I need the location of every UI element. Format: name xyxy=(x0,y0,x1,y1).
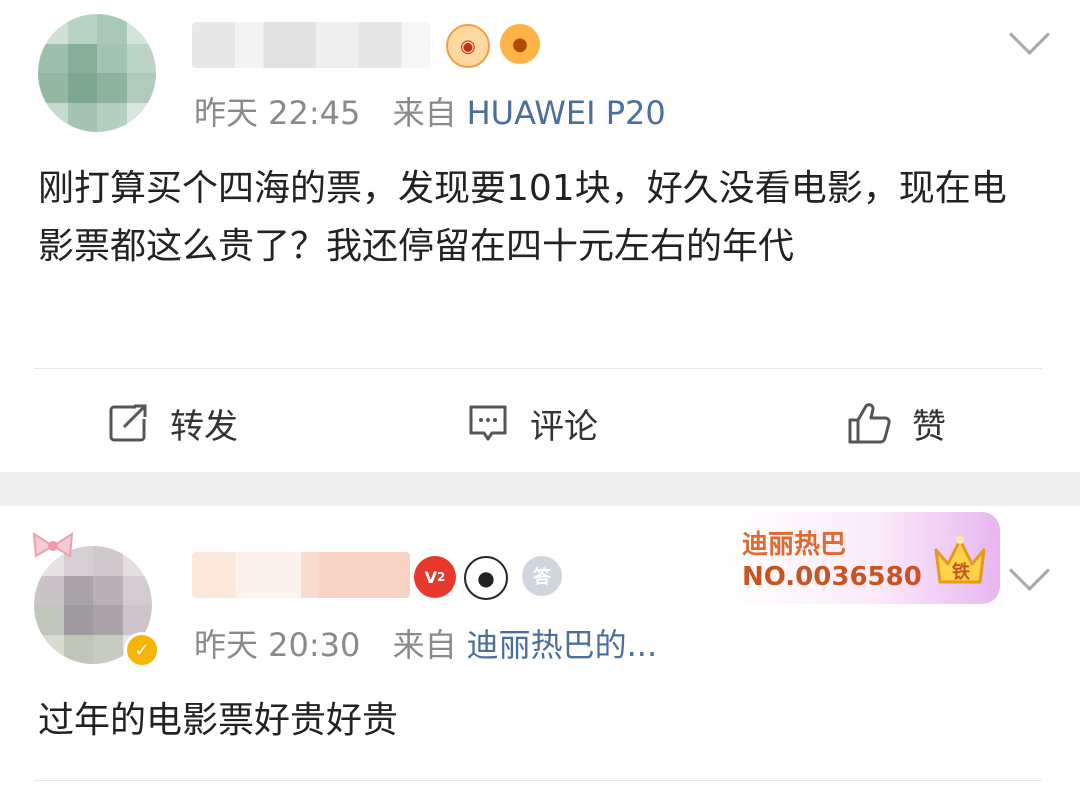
comment-content: 过年的电影票好贵好贵 xyxy=(38,700,399,741)
comment-icon xyxy=(469,405,507,441)
comment-button[interactable]: 评论 xyxy=(466,398,598,448)
fan-card-number: NO.0036580 xyxy=(742,562,922,592)
tiger-badge-icon[interactable]: ◉ xyxy=(446,24,490,68)
fish-badge-icon[interactable]: ● xyxy=(500,24,540,64)
post-meta: 昨天 22:45 来自 HUAWEI P20 xyxy=(194,88,666,134)
comment-time: 昨天 20:30 xyxy=(194,626,361,664)
like-button[interactable]: 赞 xyxy=(846,398,946,448)
fan-card-name: 迪丽热巴 xyxy=(742,530,847,560)
vip-level: 2 xyxy=(437,570,446,584)
avatar[interactable] xyxy=(38,14,156,132)
vip-level-badge-icon[interactable]: V2 xyxy=(414,556,456,598)
divider xyxy=(34,780,1042,781)
comment-label: 评论 xyxy=(530,406,598,447)
answer-badge-icon[interactable]: 答 xyxy=(522,556,562,596)
source-prefix: 来自 xyxy=(392,94,457,132)
repost-label: 转发 xyxy=(170,406,238,447)
chevron-down-icon[interactable] xyxy=(1008,13,1051,56)
username-blurred[interactable] xyxy=(192,22,430,68)
source-prefix: 来自 xyxy=(392,626,457,664)
verified-badge-icon: ✓ xyxy=(124,632,160,668)
answer-badge-label: 答 xyxy=(533,567,551,588)
username-blurred[interactable] xyxy=(192,552,410,598)
post-content: 刚打算买个四海的票，发现要101块，好久没看电影，现在电影票都这么贵了？我还停留… xyxy=(38,168,1007,267)
source-link[interactable]: 迪丽热巴的... xyxy=(467,626,658,664)
like-label: 赞 xyxy=(912,406,946,447)
post-card: ◉ ● 昨天 22:45 来自 HUAWEI P20 刚打算买个四海的票，发现要1… xyxy=(0,0,1080,472)
bow-decoration-icon xyxy=(32,532,74,558)
divider xyxy=(34,368,1042,369)
fan-tier-label: 铁 xyxy=(952,562,970,583)
comment-meta: 昨天 20:30 来自 迪丽热巴的... xyxy=(194,620,657,666)
section-gap xyxy=(0,472,1080,506)
thumbs-up-icon xyxy=(848,403,891,444)
repost-button[interactable]: 转发 xyxy=(106,398,238,448)
post-time: 昨天 22:45 xyxy=(194,94,361,132)
source-link[interactable]: HUAWEI P20 xyxy=(467,94,666,132)
fan-badge-card[interactable]: 迪丽热巴 NO.0036580 铁 xyxy=(730,512,1000,604)
repost-icon xyxy=(109,404,147,442)
panda-badge-icon[interactable]: ● xyxy=(464,556,508,600)
